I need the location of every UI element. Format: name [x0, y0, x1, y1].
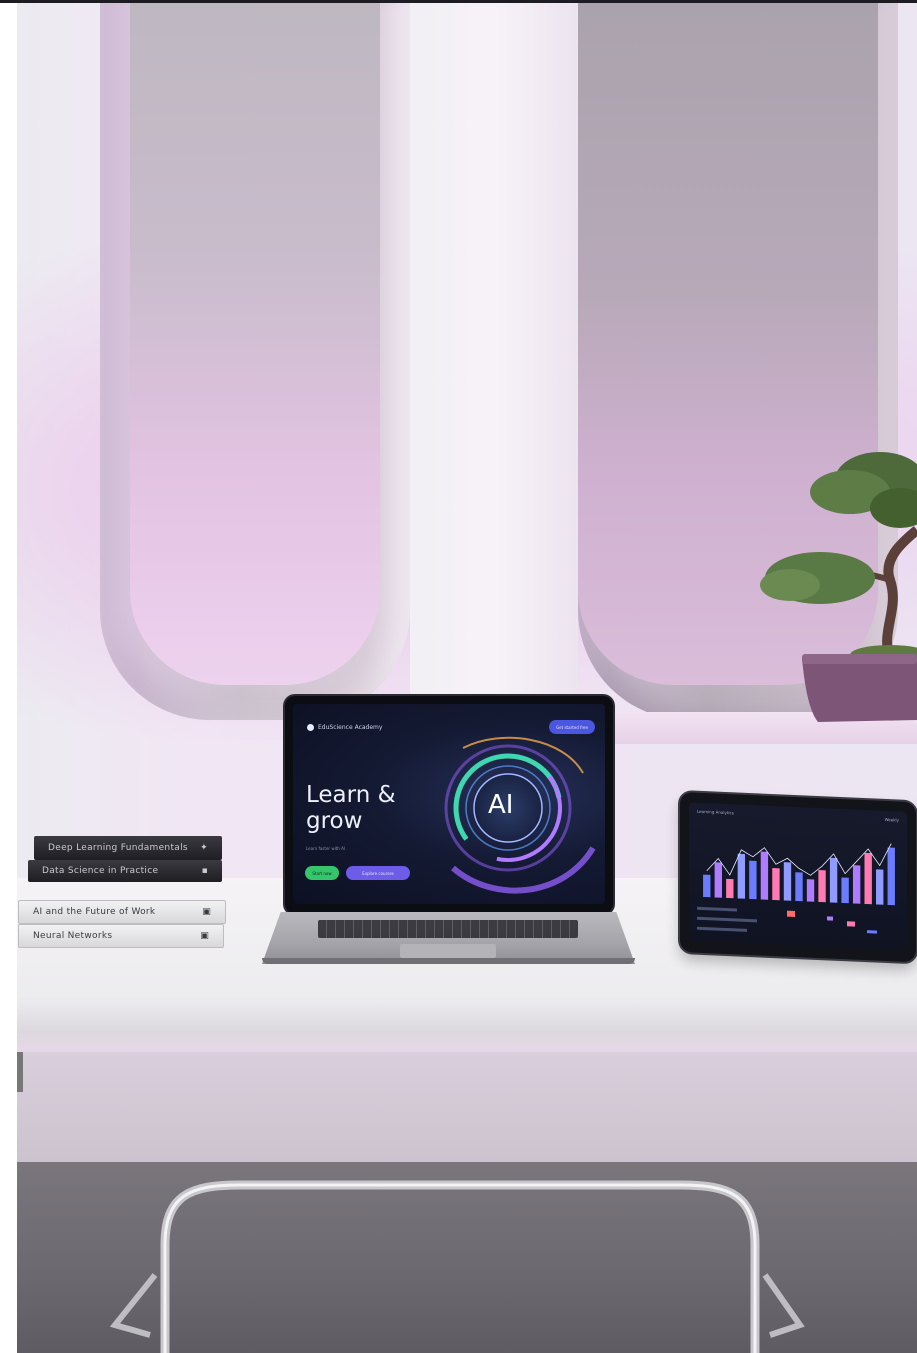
center-pillar: [410, 3, 578, 723]
tablet-bar: [806, 879, 815, 902]
ai-ring-graphic: [444, 736, 596, 894]
book-bottom: Neural Networks ▣: [18, 924, 224, 948]
tablet-bar: [737, 853, 746, 899]
book-top: Deep Learning Fundamentals ✦: [34, 836, 222, 860]
hero-subline: Learn faster with AI: [306, 846, 346, 851]
tablet-bar-chart: [703, 843, 895, 906]
desk-leg: [17, 1052, 23, 1092]
tablet-stat: Weekly: [884, 816, 899, 823]
bonsai-tree: [760, 452, 917, 722]
left-arch: [100, 0, 410, 720]
start-button[interactable]: Start now: [305, 866, 339, 880]
tablet-bar: [783, 862, 792, 901]
tablet-bar: [864, 852, 872, 905]
chair-frame: [110, 1180, 805, 1353]
tablet-bar: [852, 865, 861, 904]
laptop-brand: EduScience Academy: [307, 724, 382, 731]
laptop-screen: EduScience Academy Get started free Lear…: [293, 704, 605, 904]
tablet-bar: [829, 857, 838, 903]
tablet-screen: Learning Analytics Weekly: [689, 802, 907, 950]
tablet-bar: [876, 869, 884, 905]
book-third: AI and the Future of Work ▣: [18, 900, 226, 924]
tablet-activity-list: [697, 906, 877, 934]
tablet-bar: [749, 860, 757, 900]
tablet-bar: [760, 851, 769, 900]
ai-label: AI: [488, 790, 514, 820]
tablet-bar: [887, 847, 895, 906]
logo-icon: [307, 724, 314, 731]
hero-headline: Learn & grow: [306, 782, 396, 834]
tablet-bar: [841, 877, 849, 904]
explore-button[interactable]: Explore courses: [346, 866, 410, 880]
laptop-keyboard: [318, 920, 578, 938]
book-second: Data Science in Practice ▪: [28, 860, 222, 882]
workspace-scene: Deep Learning Fundamentals ✦ Data Science…: [0, 0, 917, 1353]
tablet-bar: [703, 874, 711, 898]
tablet-title: Learning Analytics: [697, 808, 734, 816]
laptop-trackpad: [400, 944, 496, 958]
desk-edge: [17, 1000, 917, 1052]
tablet-bar: [818, 870, 826, 903]
laptop-base-edge: [262, 958, 635, 964]
tablet-bar: [726, 878, 734, 899]
wall-under-desk: [17, 1052, 917, 1162]
tablet-bar: [772, 868, 780, 901]
tablet-bar: [714, 862, 722, 898]
tablet-bar: [795, 872, 803, 902]
tablet: Learning Analytics Weekly: [680, 792, 916, 963]
frame-left-border: [0, 0, 17, 1353]
frame-top-border: [0, 0, 917, 3]
